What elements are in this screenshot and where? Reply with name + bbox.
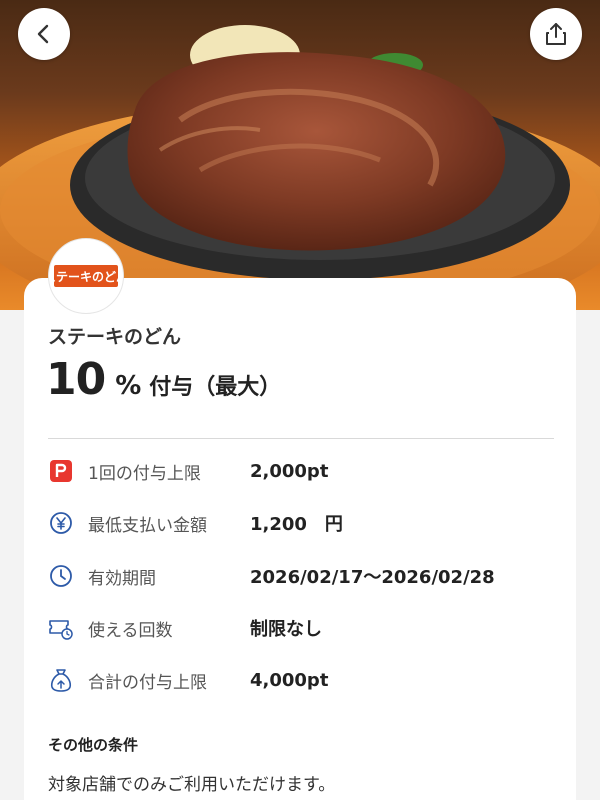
divider xyxy=(48,438,554,439)
detail-value: 2026/02/17〜2026/02/28 xyxy=(250,567,495,588)
back-button[interactable] xyxy=(18,8,70,60)
clock-icon xyxy=(48,563,74,589)
store-logo-badge: ステーキのどん xyxy=(54,265,118,287)
detail-value: 1,200 円 xyxy=(250,514,343,535)
bag-icon xyxy=(48,667,74,693)
conditions-text: 対象店舗でのみご利用いただけます。 xyxy=(48,775,336,795)
detail-label: 1回の付与上限 xyxy=(88,463,201,484)
share-button[interactable] xyxy=(530,8,582,60)
detail-row-min-payment: 最低支払い金額 1,200 円 xyxy=(48,508,568,538)
share-icon xyxy=(546,23,566,45)
chevron-left-icon xyxy=(37,24,49,44)
store-name: ステーキのどん xyxy=(48,326,182,348)
detail-row-valid-period: 有効期間 2026/02/17〜2026/02/28 xyxy=(48,561,568,591)
yen-icon xyxy=(48,510,74,536)
detail-label: 最低支払い金額 xyxy=(88,515,207,536)
reward-number: 10 xyxy=(46,354,106,405)
detail-label: 使える回数 xyxy=(88,620,173,641)
store-logo-text: ステーキのどん xyxy=(54,269,118,284)
paypay-icon xyxy=(48,458,74,484)
conditions-title: その他の条件 xyxy=(48,736,139,754)
store-logo: ステーキのどん xyxy=(48,238,124,314)
reward-unit: % xyxy=(115,371,142,401)
detail-value: 2,000pt xyxy=(250,460,329,482)
detail-row-per-use-limit: 1回の付与上限 2,000pt xyxy=(48,456,568,486)
ticket-icon xyxy=(48,615,74,641)
reward-suffix: 付与（最大） xyxy=(149,375,282,400)
detail-value: 制限なし xyxy=(250,619,322,640)
detail-value: 4,000pt xyxy=(250,669,329,691)
reward-rate: 10 % 付与（最大） xyxy=(46,354,281,405)
detail-label: 有効期間 xyxy=(88,568,156,589)
detail-label: 合計の付与上限 xyxy=(88,672,207,693)
detail-row-usage-count: 使える回数 制限なし xyxy=(48,613,568,643)
detail-row-total-limit: 合計の付与上限 4,000pt xyxy=(48,665,568,695)
